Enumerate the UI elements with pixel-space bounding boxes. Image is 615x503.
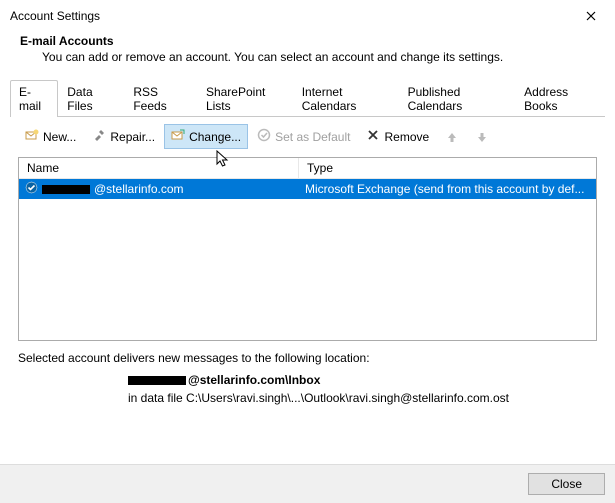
column-name[interactable]: Name	[19, 158, 299, 178]
header: E-mail Accounts You can add or remove an…	[0, 30, 615, 74]
move-down-button	[468, 126, 496, 148]
remove-x-icon	[366, 128, 380, 145]
change-icon	[171, 128, 185, 145]
footer-info: Selected account delivers new messages t…	[0, 345, 615, 421]
new-button[interactable]: New...	[18, 124, 83, 149]
account-row[interactable]: @stellarinfo.com Microsoft Exchange (sen…	[19, 179, 596, 199]
toolbar: New... Repair... Change... Set as Defaul…	[0, 118, 615, 153]
tab-internet-calendars[interactable]: Internet Calendars	[293, 80, 399, 117]
tab-strip: E-mail Data Files RSS Feeds SharePoint L…	[0, 74, 615, 117]
arrow-down-icon	[475, 130, 489, 144]
tab-sharepoint-lists[interactable]: SharePoint Lists	[197, 80, 293, 117]
change-button[interactable]: Change...	[164, 124, 248, 149]
close-icon[interactable]	[575, 6, 607, 26]
tab-data-files[interactable]: Data Files	[58, 80, 124, 117]
repair-button[interactable]: Repair...	[85, 124, 162, 149]
header-desc: You can add or remove an account. You ca…	[20, 48, 605, 64]
titlebar: Account Settings	[0, 0, 615, 30]
redacted-username-2	[128, 376, 186, 385]
new-label: New...	[43, 130, 76, 144]
header-title: E-mail Accounts	[20, 34, 605, 48]
tab-email[interactable]: E-mail	[10, 80, 58, 117]
envelope-new-icon	[25, 128, 39, 145]
delivery-path: in data file C:\Users\ravi.singh\...\Out…	[18, 389, 597, 415]
close-button[interactable]: Close	[528, 473, 605, 495]
column-type[interactable]: Type	[299, 158, 596, 178]
default-check-icon	[25, 181, 38, 197]
tools-icon	[92, 128, 106, 145]
list-header: Name Type	[19, 158, 596, 179]
tab-published-calendars[interactable]: Published Calendars	[399, 80, 516, 117]
set-default-button: Set as Default	[250, 124, 357, 149]
account-email-domain: @stellarinfo.com	[94, 182, 184, 196]
move-up-button	[438, 126, 466, 148]
check-circle-icon	[257, 128, 271, 145]
tab-rss-feeds[interactable]: RSS Feeds	[124, 80, 197, 117]
arrow-up-icon	[445, 130, 459, 144]
window-title: Account Settings	[10, 9, 100, 23]
remove-button[interactable]: Remove	[359, 124, 436, 149]
repair-label: Repair...	[110, 130, 155, 144]
account-type: Microsoft Exchange (send from this accou…	[299, 180, 596, 198]
bottom-bar: Close	[0, 464, 615, 503]
delivery-location: @stellarinfo.com\Inbox	[18, 365, 597, 389]
change-label: Change...	[189, 130, 241, 144]
remove-label: Remove	[384, 130, 429, 144]
set-default-label: Set as Default	[275, 130, 350, 144]
account-list: Name Type @stellarinfo.com Microsoft Exc…	[18, 157, 597, 341]
redacted-username	[42, 185, 90, 194]
tab-address-books[interactable]: Address Books	[515, 80, 605, 117]
delivery-label: Selected account delivers new messages t…	[18, 351, 597, 365]
